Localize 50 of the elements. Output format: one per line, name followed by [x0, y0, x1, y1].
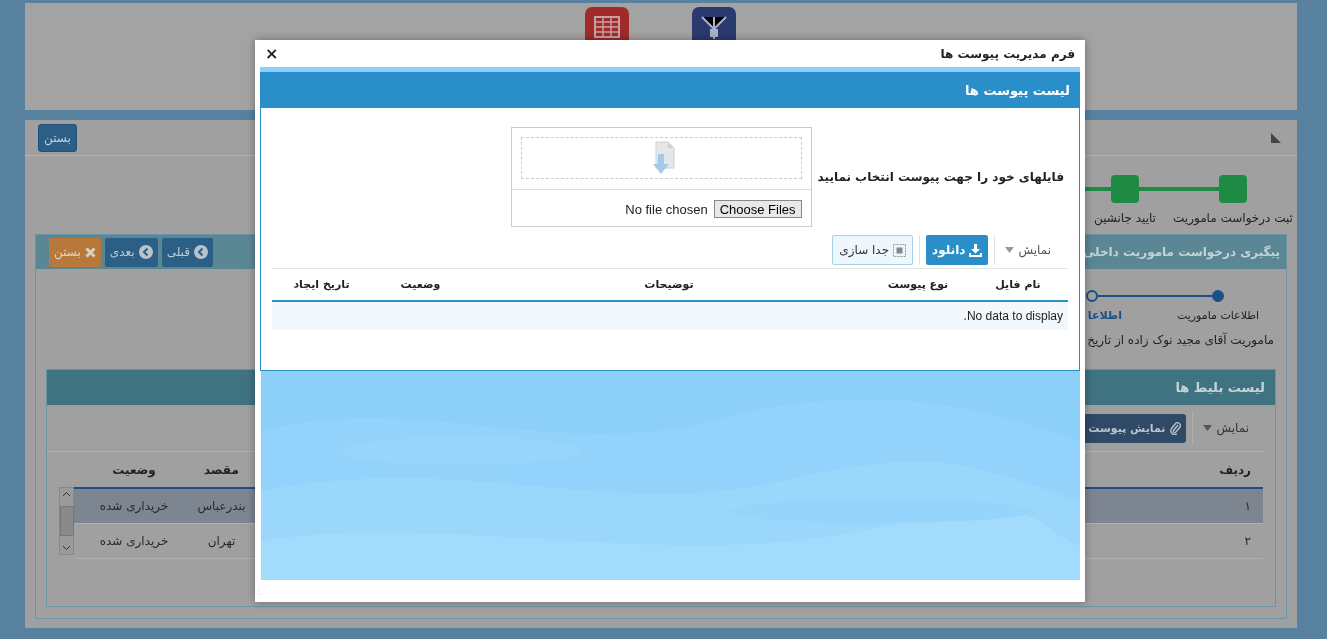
step-label: تایید جانشین — [1094, 211, 1156, 225]
column-header[interactable]: ردیف — [1183, 462, 1263, 477]
next-button[interactable]: بعدی — [104, 237, 158, 267]
expand-icon — [893, 243, 907, 257]
column-header[interactable]: وضعیت — [74, 462, 194, 477]
panel-title: لیست پیوست ها — [965, 82, 1070, 98]
view-menu[interactable]: نمایش — [1199, 415, 1253, 441]
step-label: ثبت درخواست ماموریت — [1173, 211, 1293, 225]
upload-label: فایلهای خود را جهت پیوست انتخاب نمایید — [817, 170, 1064, 184]
summary-text: ماموریت آقای مجید نوک زاده از تاریخ — [1087, 333, 1274, 347]
scroll-down-icon[interactable] — [62, 545, 71, 551]
paperclip-icon — [1169, 421, 1182, 435]
scrollbar[interactable] — [59, 487, 74, 555]
choose-files-button[interactable]: Choose Files — [713, 200, 802, 218]
table-cell-text: خریداری شده — [98, 534, 170, 548]
column-header[interactable]: نام فایل — [968, 278, 1068, 291]
close-button[interactable]: × — [262, 44, 282, 63]
close-button[interactable]: بستن — [38, 123, 77, 152]
caret-icon — [1005, 247, 1015, 253]
column-header[interactable]: مقصد — [194, 462, 249, 477]
column-header[interactable]: توضیحات — [470, 278, 868, 291]
table-cell-text: ٢ — [1243, 534, 1252, 548]
column-header[interactable]: تاریخ ایجاد — [272, 278, 371, 291]
previous-button[interactable]: قبلی — [161, 237, 213, 267]
file-status: No file chosen — [625, 201, 708, 217]
view-menu[interactable]: نمایش — [1001, 237, 1055, 263]
chevron-circle-icon — [194, 245, 208, 259]
panel-title: پیگیری درخواست ماموریت داخلی — [1082, 245, 1280, 259]
chevron-circle-icon — [138, 245, 153, 259]
download-icon — [969, 243, 983, 257]
corner-triangle-icon[interactable] — [1271, 132, 1281, 143]
column-header[interactable]: وضعیت — [371, 278, 470, 291]
table-cell-text: بندرعباس — [196, 499, 247, 513]
table-cell-text: ١ — [1243, 499, 1252, 513]
column-header[interactable]: نوع پیوست — [868, 278, 968, 291]
close-icon — [84, 246, 96, 258]
step-label[interactable]: اطلاعا — [1087, 309, 1122, 322]
empty-message: No data to display. — [963, 309, 1063, 323]
step-dot[interactable] — [1212, 290, 1224, 302]
table-cell-text: خریداری شده — [98, 499, 170, 513]
caret-icon — [1203, 425, 1213, 431]
download-button[interactable]: دانلود — [926, 235, 989, 265]
table-cell-text: تهران — [206, 534, 237, 548]
panel-title: لیست بلیط ها — [1175, 380, 1265, 395]
dialog-title: فرم مدیریت پیوست ها — [940, 46, 1075, 61]
step-label[interactable]: اطلاعات ماموریت — [1176, 309, 1260, 322]
detach-button[interactable]: جدا سازی — [832, 235, 914, 265]
resize-grip-icon[interactable] — [258, 587, 266, 595]
step-dot[interactable] — [1086, 290, 1098, 302]
scroll-up-icon[interactable] — [62, 491, 71, 497]
